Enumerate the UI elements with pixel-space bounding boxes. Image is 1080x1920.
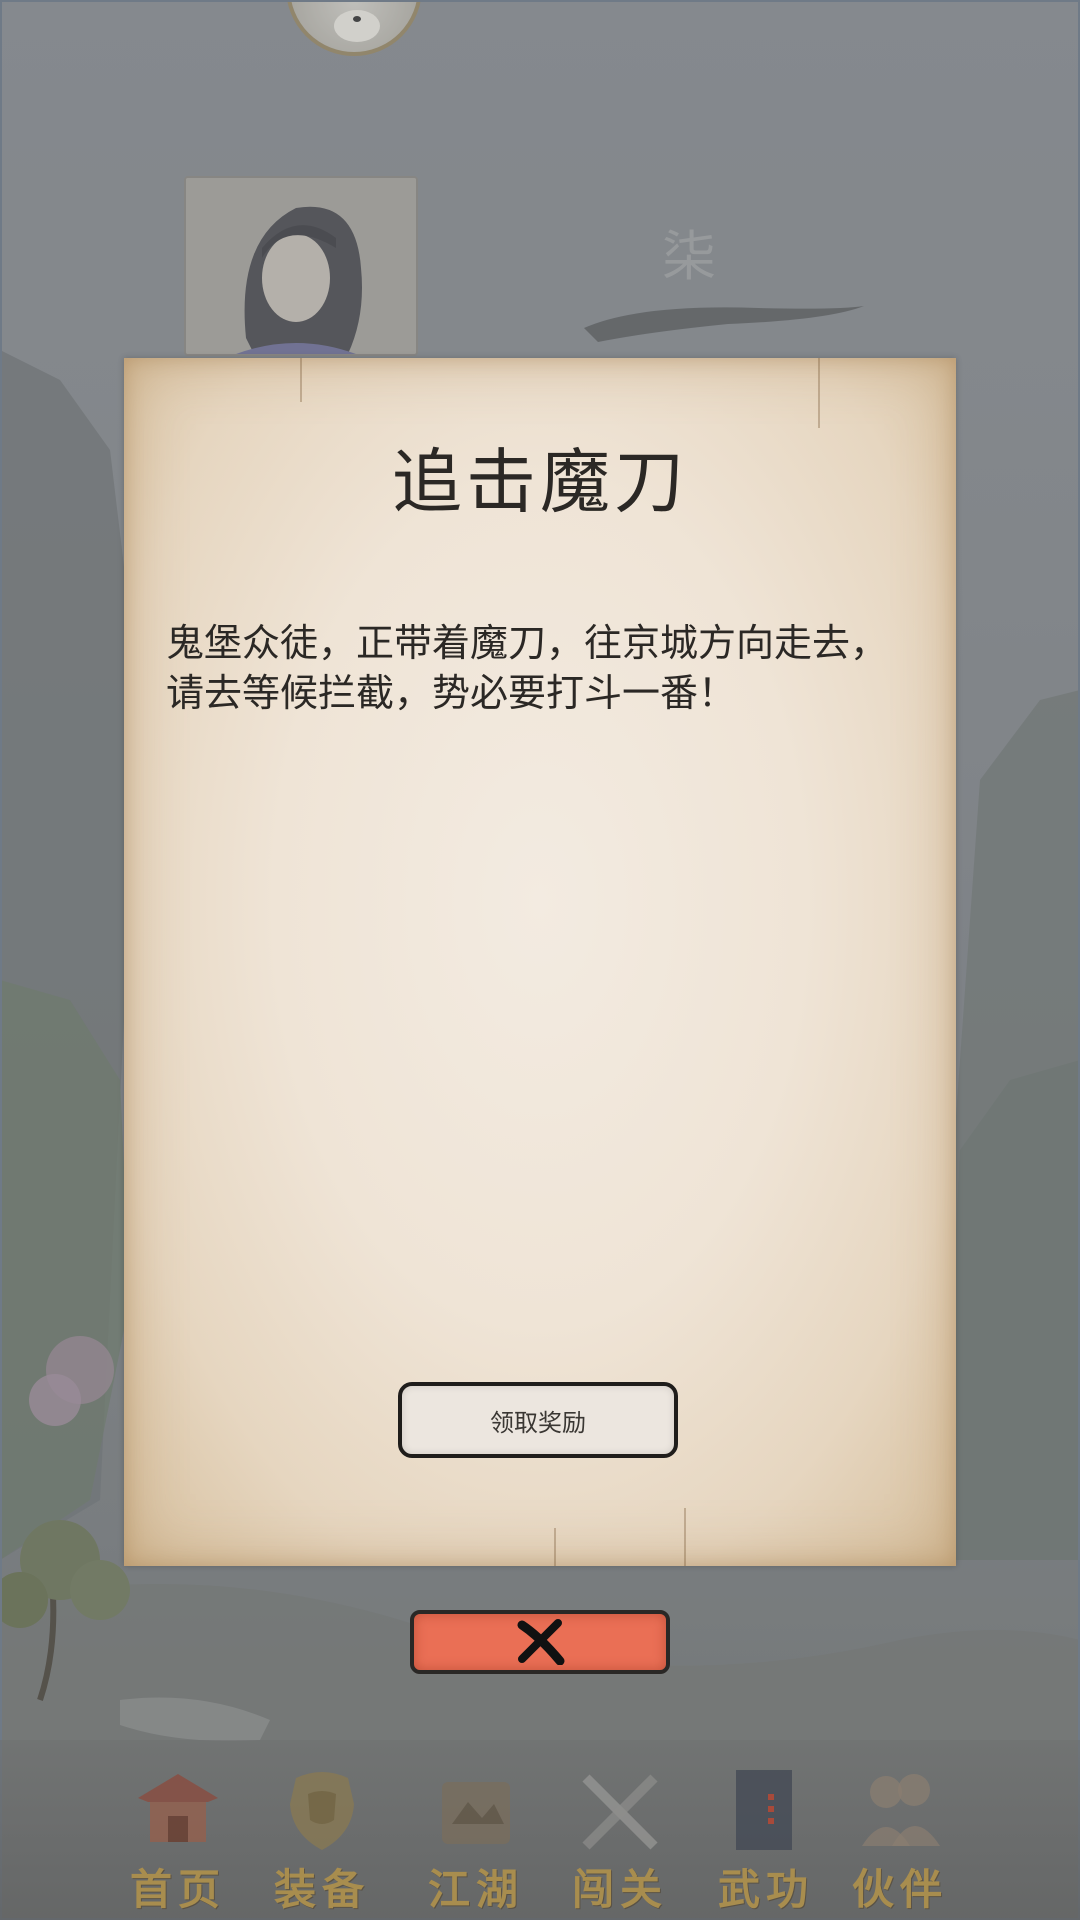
- nav-label: 闯关: [571, 1865, 668, 1914]
- quest-title: 追击魔刀: [392, 441, 688, 523]
- armor-icon: [290, 1772, 354, 1850]
- nav-label: 首页: [129, 1865, 226, 1914]
- scroll-map-icon: [442, 1782, 510, 1844]
- x-mark-icon: [517, 1619, 565, 1665]
- companions-icon: [862, 1774, 940, 1846]
- close-button[interactable]: [410, 1610, 670, 1674]
- nav-item-companions[interactable]: 伙伴: [840, 1764, 960, 1914]
- bottom-navigation: 首页 装备 江湖 闯关 武功 伙伴: [0, 1740, 1080, 1920]
- nav-item-stages[interactable]: 闯关: [560, 1764, 680, 1914]
- claim-reward-label: 领取奖励: [490, 1408, 586, 1437]
- parchment-crack: [818, 358, 820, 428]
- nav-label: 伙伴: [851, 1865, 948, 1914]
- nav-item-home[interactable]: 首页: [118, 1764, 238, 1914]
- nav-item-martial-arts[interactable]: 武功: [706, 1764, 826, 1914]
- pagoda-icon: [138, 1774, 218, 1842]
- nav-label: 装备: [273, 1865, 370, 1914]
- martial-book-icon: [736, 1770, 792, 1850]
- nav-label: 江湖: [427, 1865, 524, 1914]
- nav-label: 武功: [717, 1865, 814, 1914]
- quest-parchment-panel: 追击魔刀 鬼堡众徒，正带着魔刀，往京城方向走去，请去等候拦截，势必要打斗一番！ …: [124, 358, 956, 1566]
- parchment-crack: [554, 1528, 556, 1566]
- quest-description: 鬼堡众徒，正带着魔刀，往京城方向走去，请去等候拦截，势必要打斗一番！: [166, 621, 889, 715]
- crossed-swords-icon: [582, 1774, 658, 1850]
- nav-item-jianghu[interactable]: 江湖: [416, 1764, 536, 1914]
- parchment-crack: [684, 1508, 686, 1566]
- claim-reward-button[interactable]: 领取奖励: [398, 1382, 678, 1458]
- nav-item-equipment[interactable]: 装备: [262, 1764, 382, 1914]
- parchment-crack: [300, 358, 302, 402]
